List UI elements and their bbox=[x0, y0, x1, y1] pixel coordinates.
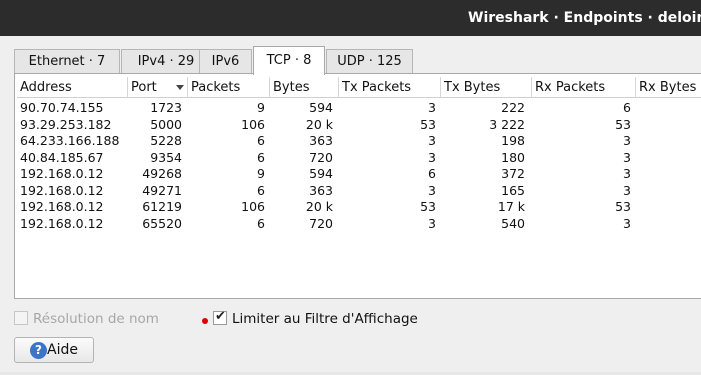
cell-tx-bytes: 372 bbox=[501, 166, 525, 181]
cell-bytes: 20 k bbox=[305, 116, 333, 132]
name-resolution-label: Résolution de nom bbox=[33, 311, 159, 327]
window-titlebar: Wireshark · Endpoints · deloin_03 bbox=[0, 0, 701, 36]
cell-packets: 6 bbox=[257, 182, 265, 198]
cell-tx-bytes: 165 bbox=[501, 182, 525, 198]
cell-port: 1723 bbox=[150, 100, 182, 115]
table-row[interactable]: 90.70.74.155 1723 9 594 3 222 6 bbox=[17, 100, 701, 117]
cell-rx-packets: 3 bbox=[623, 215, 631, 231]
window-title: Wireshark · Endpoints · deloin_03 bbox=[468, 10, 701, 26]
cell-address: 192.168.0.12 bbox=[20, 215, 104, 231]
cell-tx-packets: 3 bbox=[428, 215, 436, 231]
cell-tx-packets: 3 bbox=[428, 149, 436, 165]
cell-address: 192.168.0.12 bbox=[20, 182, 104, 198]
column-header-rx-bytes[interactable]: Rx Bytes bbox=[636, 77, 701, 98]
table-row[interactable]: 192.168.0.12 49271 6 363 3 165 3 bbox=[17, 183, 701, 200]
cell-bytes: 20 k bbox=[305, 199, 333, 214]
cell-address: 64.233.166.188 bbox=[20, 133, 120, 148]
cell-bytes: 594 bbox=[309, 166, 333, 181]
table-row[interactable]: 64.233.166.188 5228 6 363 3 198 3 bbox=[17, 133, 701, 150]
table-row[interactable]: 40.84.185.67 9354 6 720 3 180 3 bbox=[17, 150, 701, 167]
cell-port: 49268 bbox=[142, 166, 182, 181]
tab-tcp[interactable]: TCP · 8 bbox=[253, 46, 325, 75]
cell-bytes: 363 bbox=[309, 133, 333, 148]
cell-address: 90.70.74.155 bbox=[20, 100, 104, 115]
cell-bytes: 363 bbox=[309, 182, 333, 198]
column-header-tx-bytes[interactable]: Tx Bytes bbox=[441, 77, 532, 98]
endpoints-table: Address Port Packets Bytes Tx Packets Tx… bbox=[17, 77, 701, 232]
cell-bytes: 720 bbox=[309, 215, 333, 231]
tab-udp[interactable]: UDP · 125 bbox=[326, 49, 413, 74]
cell-tx-bytes: 540 bbox=[501, 215, 525, 231]
cell-packets: 106 bbox=[241, 116, 265, 132]
cell-bytes: 720 bbox=[309, 149, 333, 165]
cell-tx-bytes: 17 k bbox=[497, 199, 525, 214]
cell-tx-packets: 53 bbox=[420, 199, 436, 214]
cell-tx-packets: 3 bbox=[428, 133, 436, 148]
limit-display-filter-checkbox[interactable]: ✔ bbox=[213, 309, 227, 325]
cell-packets: 6 bbox=[257, 133, 265, 148]
column-header-tx-packets[interactable]: Tx Packets bbox=[339, 77, 441, 98]
cell-packets: 106 bbox=[241, 199, 265, 214]
column-header-port-label: Port bbox=[131, 80, 157, 95]
cell-port: 9354 bbox=[150, 149, 182, 165]
cell-tx-packets: 3 bbox=[428, 100, 436, 115]
name-resolution-checkbox[interactable] bbox=[14, 311, 28, 325]
cell-packets: 6 bbox=[257, 149, 265, 165]
cell-rx-packets: 53 bbox=[615, 199, 631, 214]
help-button[interactable]: ? Aide bbox=[14, 337, 94, 363]
cell-port: 61219 bbox=[142, 199, 182, 214]
table-row[interactable]: 93.29.253.182 5000 106 20 k 53 3 222 53 bbox=[17, 117, 701, 134]
cell-address: 192.168.0.12 bbox=[20, 199, 104, 214]
table-header: Address Port Packets Bytes Tx Packets Tx… bbox=[17, 77, 701, 98]
cell-address: 40.84.185.67 bbox=[20, 149, 104, 165]
cell-rx-packets: 3 bbox=[623, 166, 631, 181]
cell-tx-bytes: 222 bbox=[501, 100, 525, 115]
sort-descending-icon bbox=[176, 85, 184, 90]
cell-bytes: 594 bbox=[309, 100, 333, 115]
cell-rx-packets: 53 bbox=[615, 116, 631, 132]
cell-address: 93.29.253.182 bbox=[20, 116, 112, 132]
column-header-address[interactable]: Address bbox=[17, 77, 128, 98]
tab-ipv4[interactable]: IPv4 · 29 bbox=[121, 49, 211, 74]
cell-tx-packets: 53 bbox=[420, 116, 436, 132]
table-row[interactable]: 192.168.0.12 49268 9 594 6 372 3 bbox=[17, 166, 701, 183]
column-header-bytes[interactable]: Bytes bbox=[270, 77, 339, 98]
cell-address: 192.168.0.12 bbox=[20, 166, 104, 181]
column-header-rx-packets[interactable]: Rx Packets bbox=[532, 77, 636, 98]
column-header-port[interactable]: Port bbox=[128, 77, 188, 98]
cell-packets: 6 bbox=[257, 215, 265, 231]
cell-port: 49271 bbox=[142, 182, 182, 198]
cell-rx-packets: 3 bbox=[623, 149, 631, 165]
cell-tx-packets: 3 bbox=[428, 182, 436, 198]
table-row[interactable]: 192.168.0.12 65520 6 720 3 540 3 bbox=[17, 216, 701, 233]
cell-tx-packets: 6 bbox=[428, 166, 436, 181]
tab-ipv6[interactable]: IPv6 bbox=[199, 49, 252, 74]
cell-port: 5228 bbox=[150, 133, 182, 148]
cell-rx-packets: 3 bbox=[623, 182, 631, 198]
table-body: 90.70.74.155 1723 9 594 3 222 6 93.29.25… bbox=[17, 98, 701, 232]
endpoints-table-panel: Address Port Packets Bytes Tx Packets Tx… bbox=[14, 73, 701, 299]
limit-display-filter-label: Limiter au Filtre d'Affichage bbox=[232, 311, 418, 327]
table-row[interactable]: 192.168.0.12 61219 106 20 k 53 17 k 53 bbox=[17, 199, 701, 216]
cell-tx-bytes: 198 bbox=[501, 133, 525, 148]
column-header-packets[interactable]: Packets bbox=[188, 77, 270, 98]
cell-rx-packets: 3 bbox=[623, 133, 631, 148]
cell-tx-bytes: 180 bbox=[501, 149, 525, 165]
cell-packets: 9 bbox=[257, 166, 265, 181]
cell-tx-bytes: 3 222 bbox=[489, 116, 525, 132]
cell-rx-packets: 6 bbox=[623, 100, 631, 115]
help-button-label: Aide bbox=[47, 342, 78, 358]
tab-ethernet[interactable]: Ethernet · 7 bbox=[14, 49, 120, 74]
help-icon: ? bbox=[30, 342, 47, 359]
checkmark-icon: ✔ bbox=[215, 309, 226, 324]
cell-port: 65520 bbox=[142, 215, 182, 231]
cell-packets: 9 bbox=[257, 100, 265, 115]
cell-port: 5000 bbox=[150, 116, 182, 132]
filter-indicator-dot bbox=[202, 318, 208, 324]
